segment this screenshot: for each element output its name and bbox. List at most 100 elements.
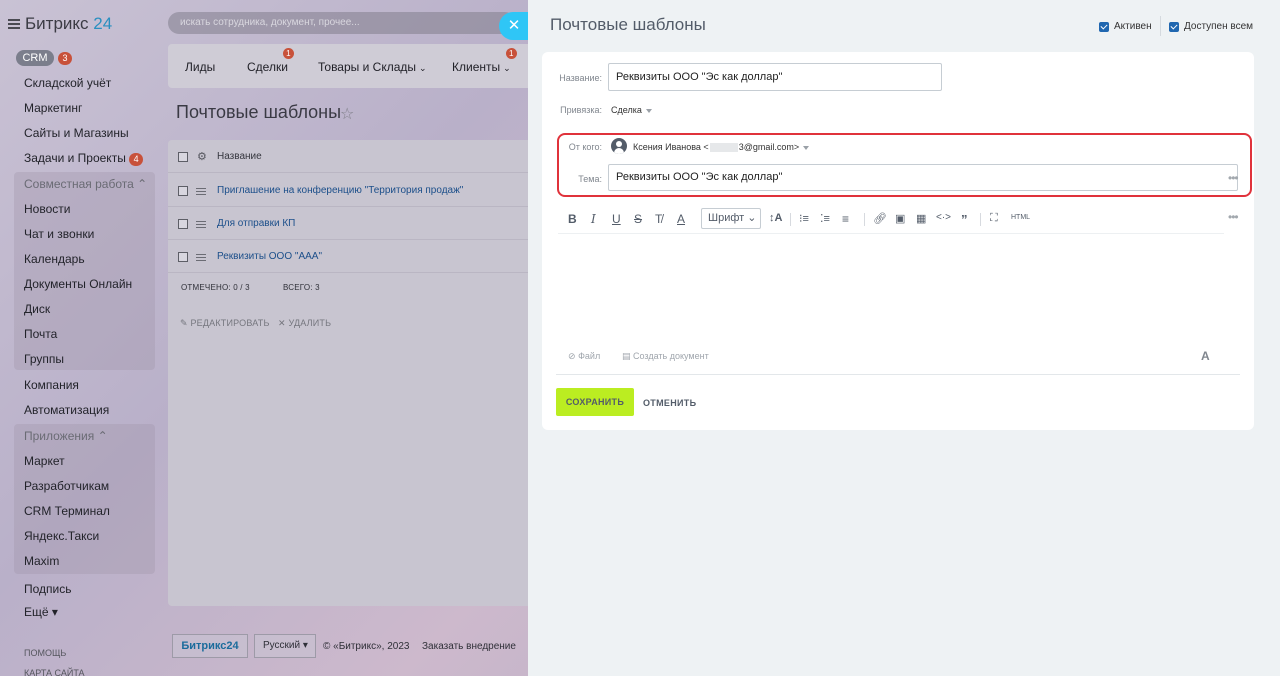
italic-icon[interactable]: I	[591, 212, 596, 226]
template-form: Название: Реквизиты ООО "Эс как доллар" …	[542, 52, 1254, 430]
more-icon[interactable]: •••	[1228, 210, 1239, 224]
drag-handle-icon[interactable]	[196, 188, 206, 197]
sidebar-item-chat[interactable]: Чат и звонки	[24, 227, 94, 241]
cancel-button[interactable]: ОТМЕНИТЬ	[643, 398, 696, 408]
underline-icon[interactable]: U	[612, 212, 621, 226]
select-all-checkbox[interactable]	[178, 152, 188, 162]
image-icon[interactable]: ▣	[895, 212, 905, 225]
sidebar-item-marketing[interactable]: Маркетинг	[24, 101, 82, 115]
edit-action[interactable]: ✎ РЕДАКТИРОВАТЬ	[180, 318, 270, 329]
row-checkbox[interactable]	[178, 219, 188, 229]
tab-leads[interactable]: Лиды	[185, 60, 215, 74]
tab-clients[interactable]: Клиенты ⌄ 1	[452, 48, 517, 74]
sidebar-item-signature[interactable]: Подпись	[24, 582, 72, 596]
row-checkbox[interactable]	[178, 186, 188, 196]
sidebar-item-label: Задачи и Проекты	[24, 151, 126, 165]
code-icon[interactable]: <·>	[936, 212, 951, 223]
bullet-list-icon[interactable]: ⁚≡	[820, 212, 830, 225]
tab-products[interactable]: Товары и Склады ⌄	[318, 60, 427, 74]
column-header-name[interactable]: Название	[217, 151, 262, 162]
sidebar-item-developers[interactable]: Разработчикам	[24, 479, 109, 493]
caret-down-icon	[803, 145, 810, 150]
clear-format-icon[interactable]: T̸	[655, 212, 662, 226]
template-name-input[interactable]: Реквизиты ООО "Эс как доллар"	[608, 63, 942, 91]
strikethrough-icon[interactable]: S	[634, 212, 642, 226]
chevron-up-icon: ⌃	[97, 429, 108, 443]
sitemap-link[interactable]: КАРТА САЙТА	[24, 668, 85, 676]
entity-link-select[interactable]: Сделка	[611, 105, 652, 115]
sender-name: Ксения Иванова <	[633, 142, 709, 152]
sidebar-item-automation[interactable]: Автоматизация	[24, 403, 109, 417]
sidebar-group-apps[interactable]: Приложения ⌃	[24, 429, 108, 443]
sidebar-item-crm[interactable]: CRM	[16, 50, 54, 66]
logo-name: Битрикс	[25, 14, 89, 33]
sidebar-item-maxim[interactable]: Maxim	[24, 554, 59, 568]
editor-toolbar: B I U S T̸ A Шрифт ⌄ ↕A ⁝≡ ⁚≡ ≡ 🔗︎ ▣ ▦ <…	[564, 208, 1248, 232]
table-icon[interactable]: ▦	[916, 212, 926, 225]
drag-handle-icon[interactable]	[196, 254, 206, 263]
star-icon[interactable]: ☆	[340, 104, 354, 124]
page-title: Почтовые шаблоны	[176, 102, 342, 122]
drag-handle-icon[interactable]	[196, 221, 206, 230]
tab-deals[interactable]: Сделки 1	[247, 48, 294, 74]
shared-checkbox[interactable]: Доступен всем	[1169, 21, 1253, 32]
text-format-icon[interactable]: A	[1201, 349, 1210, 363]
checkbox-checked-icon	[1169, 21, 1179, 32]
divider	[556, 374, 1240, 375]
create-document-button[interactable]: ▤ Создать документ	[622, 351, 709, 362]
clients-counter-badge: 1	[505, 48, 517, 59]
order-implementation-link[interactable]: Заказать внедрение	[422, 641, 516, 652]
close-slider-button[interactable]: ✕	[499, 12, 529, 40]
row-checkbox[interactable]	[178, 252, 188, 262]
logo: Битрикс 24	[8, 14, 112, 34]
divider	[980, 213, 981, 226]
gear-icon[interactable]: ⚙	[197, 150, 207, 163]
sidebar-item-company[interactable]: Компания	[24, 378, 79, 392]
sidebar-item-disk[interactable]: Диск	[24, 302, 50, 316]
active-checkbox[interactable]: Активен	[1099, 21, 1152, 32]
message-body-editor[interactable]	[558, 238, 1224, 342]
language-select[interactable]: Русский ▾	[254, 634, 316, 658]
font-select[interactable]: Шрифт ⌄	[701, 208, 761, 229]
bold-icon[interactable]: B	[568, 212, 577, 226]
ordered-list-icon[interactable]: ⁝≡	[799, 212, 809, 225]
save-button[interactable]: СОХРАНИТЬ	[556, 388, 634, 416]
tasks-counter-badge: 4	[129, 153, 144, 166]
footer-logo[interactable]: Битрикс24	[172, 634, 248, 658]
sidebar-item-more[interactable]: Ещё ▾	[24, 605, 58, 619]
chevron-up-icon: ⌃	[137, 177, 148, 191]
row-link[interactable]: Для отправки КП	[217, 218, 295, 229]
quote-icon[interactable]: ”	[961, 212, 968, 227]
link-icon[interactable]: 🔗︎	[873, 212, 887, 225]
sidebar-item-calendar[interactable]: Календарь	[24, 252, 85, 266]
more-icon[interactable]: •••	[1228, 171, 1239, 185]
sidebar-item-crm-terminal[interactable]: CRM Терминал	[24, 504, 110, 518]
sidebar-item-label: Ещё	[24, 605, 49, 619]
sidebar-item-yandex-taxi[interactable]: Яндекс.Такси	[24, 529, 99, 543]
menu-icon[interactable]	[8, 19, 20, 29]
sidebar-item-tasks[interactable]: Задачи и Проекты 4	[24, 151, 144, 166]
help-link[interactable]: ПОМОЩЬ	[24, 648, 66, 658]
crm-tabs: Лиды Сделки 1 Товары и Склады ⌄ Клиенты ⌄ 1	[168, 44, 528, 88]
subject-input[interactable]: Реквизиты ООО "Эс как доллар"	[608, 164, 1238, 191]
align-icon[interactable]: ≡	[842, 212, 849, 226]
row-link[interactable]: Реквизиты ООО "ААА"	[217, 251, 322, 262]
sidebar-item-mail[interactable]: Почта	[24, 327, 57, 341]
html-mode-button[interactable]: HTML	[1011, 214, 1030, 221]
font-size-icon[interactable]: ↕A	[769, 212, 782, 224]
sidebar-group-collab[interactable]: Совместная работа ⌃	[24, 177, 147, 191]
fullscreen-icon[interactable]: ⛶	[990, 212, 998, 225]
attach-file-button[interactable]: ⊘ Файл	[568, 351, 600, 362]
sidebar-item-docs[interactable]: Документы Онлайн	[24, 277, 132, 291]
sidebar-item-news[interactable]: Новости	[24, 202, 70, 216]
search-input[interactable]: искать сотрудника, документ, прочее...	[168, 12, 516, 34]
delete-action[interactable]: ✕ УДАЛИТЬ	[278, 318, 331, 329]
sidebar-item-sites[interactable]: Сайты и Магазины	[24, 126, 129, 140]
sidebar-item-market[interactable]: Маркет	[24, 454, 65, 468]
text-color-icon[interactable]: A	[677, 212, 685, 226]
sender-select[interactable]: Ксения Иванова < 3@gmail.com>	[633, 142, 810, 153]
table-row: Приглашение на конференцию "Территория п…	[168, 174, 528, 207]
sidebar-item-groups[interactable]: Группы	[24, 352, 64, 366]
sidebar-item-warehouse[interactable]: Складской учёт	[24, 76, 111, 90]
row-link[interactable]: Приглашение на конференцию "Территория п…	[217, 185, 463, 196]
